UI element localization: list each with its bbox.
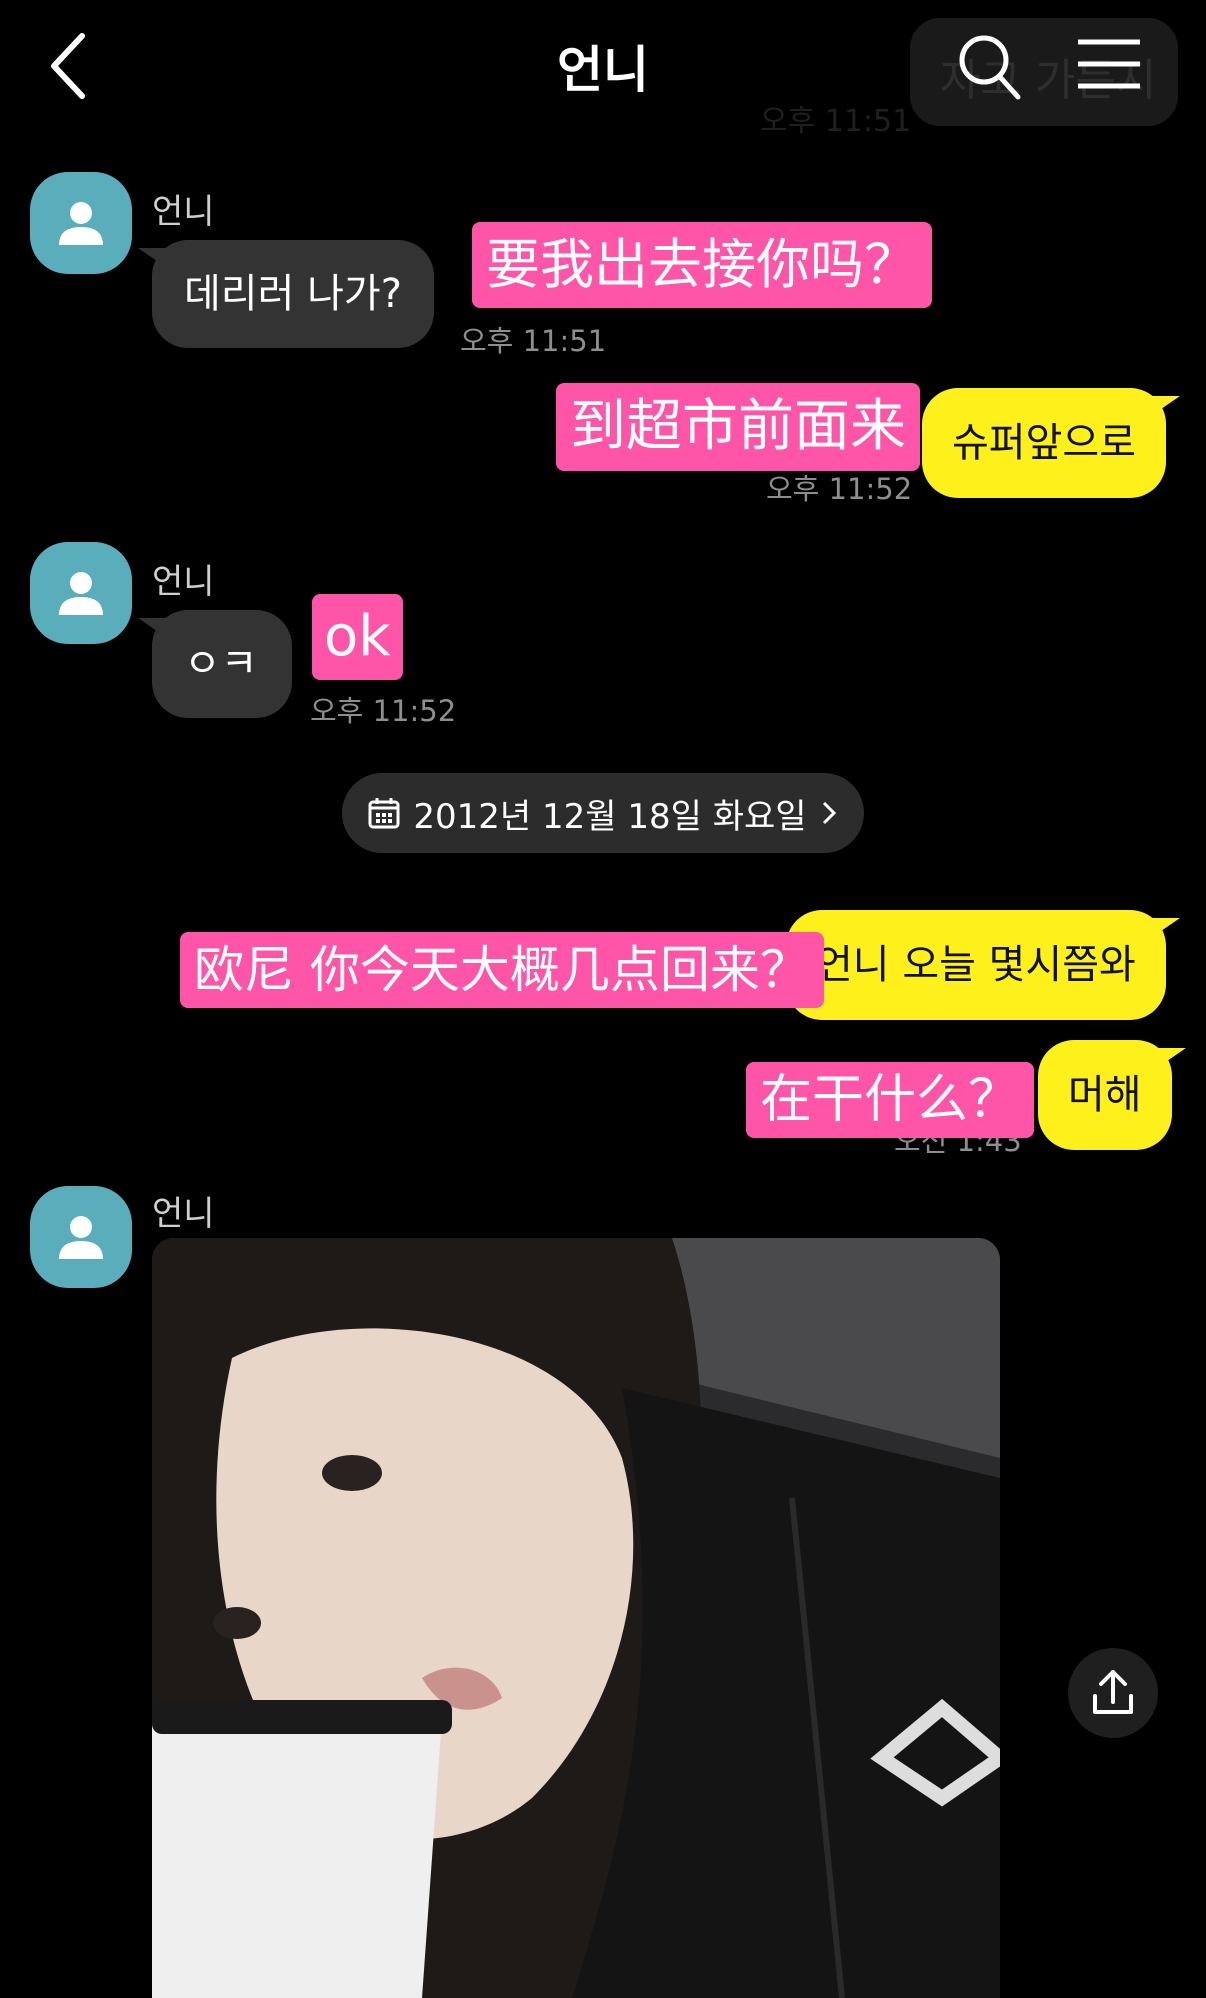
translation-caption: 欧尼 你今天大概几点回来？ [180, 932, 824, 1008]
incoming-message-bubble[interactable]: 데리러 나가? [138, 240, 434, 348]
incoming-message-bubble[interactable]: ㅇㅋ [138, 610, 292, 718]
share-button[interactable] [1068, 1648, 1158, 1738]
sender-name: 언니 [152, 562, 215, 602]
search-button[interactable] [956, 32, 1022, 102]
outgoing-message-bubble[interactable]: 슈퍼앞으로 [922, 388, 1180, 498]
translation-caption: 到超市前面来 [556, 383, 920, 471]
person-icon [59, 202, 103, 245]
person-icon [59, 1216, 103, 1259]
background-message-time: 오후 11:51 [760, 104, 912, 139]
message-time: 오후 11:52 [766, 472, 913, 506]
outgoing-message-bubble[interactable]: 머해 [1038, 1040, 1186, 1150]
translation-caption: ok [312, 594, 403, 680]
avatar[interactable] [30, 542, 132, 644]
avatar[interactable] [30, 172, 132, 274]
chat-title: 언니 [557, 41, 649, 99]
date-divider-label: 2012년 12월 18일 화요일 [413, 796, 807, 837]
chevron-right-icon [822, 801, 836, 825]
avatar[interactable] [30, 1186, 132, 1288]
sender-name: 언니 [152, 192, 215, 232]
calendar-icon [368, 798, 400, 829]
selfie-photo[interactable] [152, 1238, 1000, 1998]
person-icon [59, 572, 103, 615]
translation-caption: 要我出去接你吗？ [472, 222, 932, 308]
date-divider[interactable]: 2012년 12월 18일 화요일 [342, 773, 864, 853]
message-time: 오후 11:51 [460, 324, 607, 358]
message-time: 오후 11:52 [310, 694, 457, 728]
search-icon [959, 35, 1021, 100]
sender-name: 언니 [152, 1194, 215, 1234]
hamburger-menu-icon [1078, 39, 1140, 89]
share-upload-icon [1093, 1670, 1133, 1714]
translation-caption: 在干什么？ [746, 1062, 1035, 1138]
outgoing-message-bubble[interactable]: 언니 오늘 몇시쯤와 [786, 910, 1180, 1020]
menu-button[interactable] [1076, 38, 1142, 90]
